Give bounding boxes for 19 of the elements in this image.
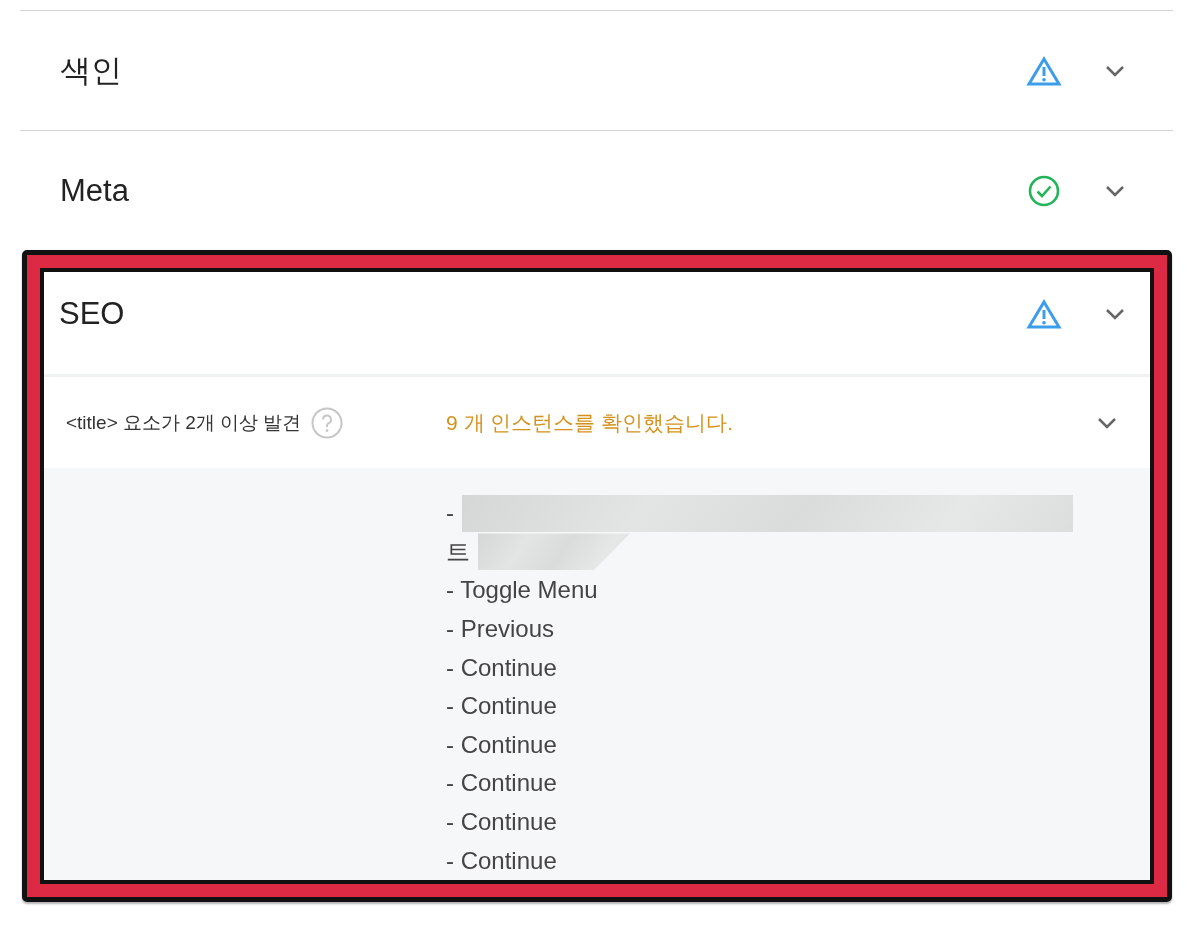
section-title: Meta: [60, 172, 129, 209]
instance-text: -: [446, 499, 454, 528]
instance-text: - Toggle Menu: [446, 576, 598, 605]
chevron-icon[interactable]: [1104, 307, 1126, 321]
section-title: 색인: [60, 51, 122, 90]
chevron-icon[interactable]: [1104, 183, 1126, 198]
check-label: <title> 요소가 2개 이상 발견: [66, 410, 302, 435]
instance-text: - Continue: [446, 692, 557, 721]
instance-text: - Continue: [446, 808, 557, 837]
check-result: 9 개 인스턴스를 확인했습니다.: [446, 409, 734, 436]
instance-text: - Continue: [446, 846, 557, 875]
instance-text: - Continue: [446, 653, 557, 682]
section-title: SEO: [59, 296, 125, 332]
instance-text: - Continue: [446, 730, 557, 759]
chevron-icon[interactable]: [1096, 415, 1118, 430]
chevron-icon[interactable]: [1104, 63, 1126, 78]
instance-text: 트: [446, 536, 470, 567]
instance-text: - Continue: [446, 769, 557, 798]
instance-text: - Previous: [446, 615, 555, 644]
